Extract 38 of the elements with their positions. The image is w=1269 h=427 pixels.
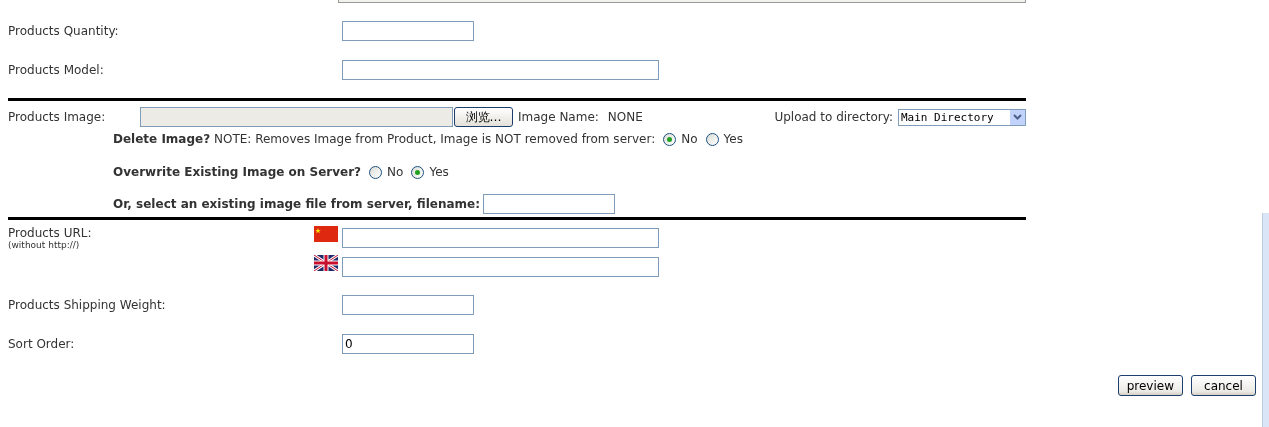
file-field[interactable] [140,107,453,127]
field-label: Products Model: [8,63,105,77]
input-field[interactable] [342,257,659,277]
field-label: Products URL: [8,226,92,240]
text-area[interactable] [338,0,1026,3]
scrollbar[interactable] [1262,213,1269,427]
field-label: Products Image: [8,110,107,124]
field-label: Sort Order: [8,337,76,351]
option-label: Delete Image? NOTE: Removes Image from Product, Image is NOT removed from server: [113,132,656,146]
china-flag-icon [314,226,338,242]
field-label: Products Shipping Weight: [8,298,167,312]
radio-button[interactable] [411,165,425,179]
radio-label: No [681,132,698,146]
input-field[interactable] [342,21,474,41]
filename-field[interactable] [483,194,616,214]
radio-button[interactable] [663,132,677,146]
input-field[interactable] [342,295,474,315]
option-label: Overwrite Existing Image on Server? [113,165,362,179]
option-label: Or, select an existing image file from server, filename: [113,197,481,211]
radio-button[interactable] [369,165,383,179]
field-hint: (without http://) [8,240,81,250]
radio-button[interactable] [705,132,719,146]
caret-icon [1013,114,1022,120]
radio-label: Yes [429,165,449,179]
directory-dropdown[interactable]: Main Directory [898,108,1026,126]
uk-flag-icon [314,255,338,271]
field-label: Upload to directory: [774,110,893,124]
cancel-button[interactable]: cancel [1191,375,1256,396]
image-name: NONE [607,110,643,124]
field-label: Image Name: [518,110,599,124]
input-field[interactable]: 0 [342,334,474,354]
input-field[interactable] [342,60,659,80]
field-label: Products Quantity: [8,24,120,38]
preview-button[interactable]: preview [1117,375,1183,396]
input-field[interactable] [342,228,659,248]
browse-button[interactable]: 浏览… [454,107,513,127]
radio-label: No [387,165,404,179]
radio-label: Yes [723,132,743,146]
